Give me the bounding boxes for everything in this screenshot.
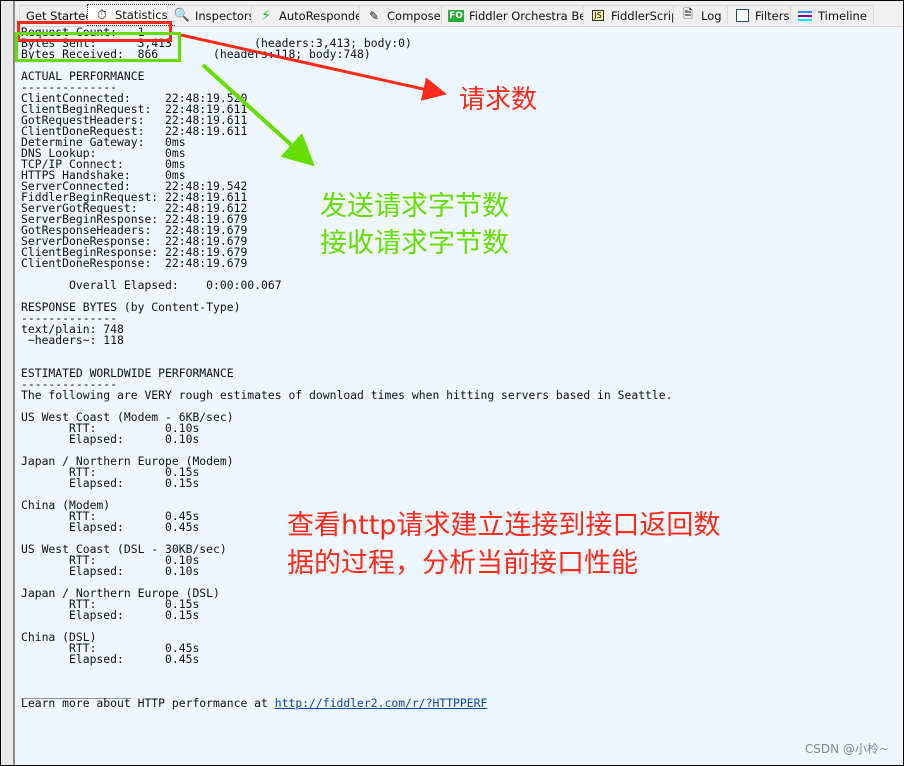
bytes-sent-note: 发送请求字节数 — [320, 191, 509, 222]
annotation-arrows — [180, 33, 447, 167]
bytes-highlight — [15, 32, 181, 62]
red-arrow — [180, 33, 447, 101]
bytes-received-note: 接收请求字节数 — [320, 228, 509, 259]
statistics-panel: Get Started ⏱ Statistics 🔍 Inspectors ⚡ AutoRe… — [0, 0, 904, 766]
summary-note-line2: 据的过程，分析当前接口性能 — [287, 548, 638, 579]
summary-note-line1: 查看http请求建立连接到接口返回数 — [287, 510, 721, 541]
request-count-note: 请求数 — [459, 85, 538, 115]
watermark: CSDN @小柃~ — [804, 742, 889, 756]
green-arrow — [201, 63, 315, 167]
